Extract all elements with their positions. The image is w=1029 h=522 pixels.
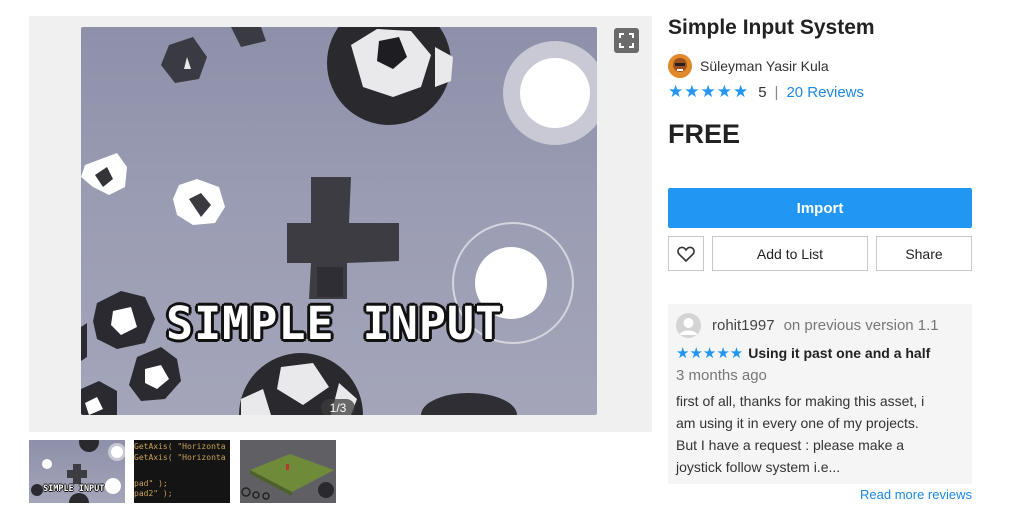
price: FREE xyxy=(668,119,741,149)
review-body-line: joystick follow system i.e... xyxy=(676,459,841,475)
share-button[interactable]: Share xyxy=(876,236,972,271)
publisher-name[interactable]: Süleyman Yasir Kula xyxy=(700,58,829,74)
reviewer-avatar-art xyxy=(676,313,701,338)
reviewer-avatar-icon xyxy=(676,313,701,338)
heart-icon xyxy=(677,246,695,262)
code-line: GetAxis( "Horizonta xyxy=(134,442,226,451)
code-line: GetAxis( "Horizonta xyxy=(134,453,226,462)
code-line: pad2" ); xyxy=(134,489,173,498)
thumbnail-3-art xyxy=(240,440,336,503)
review-body: first of all, thanks for making this ass… xyxy=(676,390,966,478)
review-card: rohit1997 on previous version 1.1 ★★★★★ … xyxy=(668,304,972,484)
wishlist-button[interactable] xyxy=(668,236,704,271)
fullscreen-icon xyxy=(619,33,634,48)
publisher[interactable]: Süleyman Yasir Kula xyxy=(668,54,829,78)
review-body-line: am using it in every one of my projects. xyxy=(676,415,919,431)
star-rating-icon: ★★★★★ xyxy=(668,82,750,101)
add-to-list-button[interactable]: Add to List xyxy=(712,236,868,271)
review-star-icon: ★★★★★ xyxy=(676,345,744,362)
thumbnail-1[interactable]: SIMPLE INPUT xyxy=(29,440,125,503)
review-body-line: first of all, thanks for making this ass… xyxy=(676,393,925,409)
hero-title-text: SIMPLE INPUT xyxy=(166,297,504,350)
hero-artwork xyxy=(81,27,597,415)
fullscreen-button[interactable] xyxy=(614,28,639,53)
publisher-avatar-art xyxy=(668,54,692,78)
review-date: 3 months ago xyxy=(676,367,767,384)
review-title: Using it past one and a half xyxy=(748,345,931,361)
rating-value: 5 xyxy=(758,83,767,101)
reviewer-name[interactable]: rohit1997 xyxy=(712,317,775,334)
thumbnail-2[interactable]: GetAxis( "Horizonta GetAxis( "Horizonta … xyxy=(134,440,230,503)
hero-image[interactable]: SIMPLE INPUT 1/3 xyxy=(81,27,597,415)
thumbnail-3[interactable] xyxy=(240,440,336,503)
review-headline: ★★★★★ Using it past one and a half xyxy=(676,344,930,362)
import-button[interactable]: Import xyxy=(668,188,972,228)
review-author: rohit1997 on previous version 1.1 xyxy=(676,313,939,338)
rating-summary: ★★★★★ 5 | 20 Reviews xyxy=(668,82,864,102)
thumbnail-1-label: SIMPLE INPUT xyxy=(43,484,105,494)
code-line: pad" ); xyxy=(134,479,168,488)
publisher-avatar xyxy=(668,54,692,78)
slide-counter: 1/3 xyxy=(321,399,355,415)
read-more-reviews-link[interactable]: Read more reviews xyxy=(668,487,972,502)
review-version: on previous version 1.1 xyxy=(783,317,939,334)
separator: | xyxy=(774,83,779,101)
product-title: Simple Input System xyxy=(668,16,875,39)
review-body-line: But I have a request : please make a xyxy=(676,437,905,453)
reviews-link[interactable]: 20 Reviews xyxy=(786,84,864,101)
